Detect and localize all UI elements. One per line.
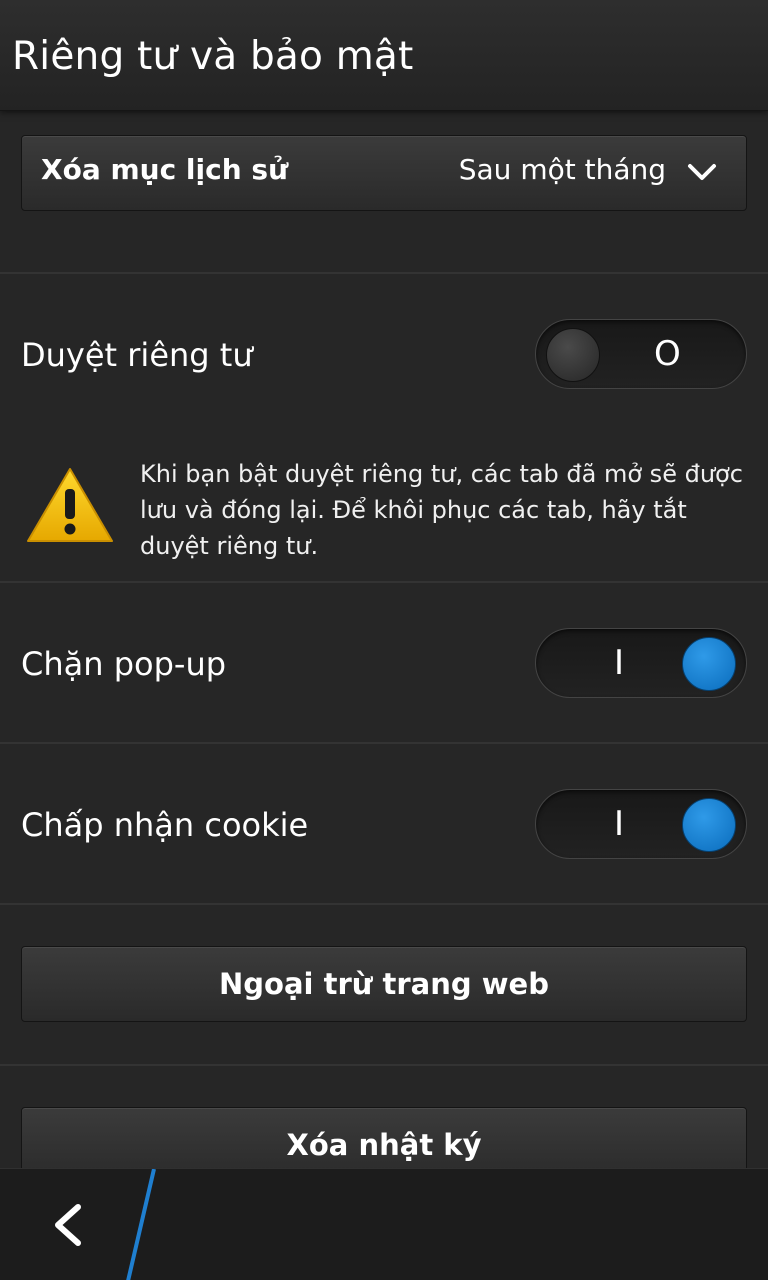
toggle-knob	[546, 328, 600, 382]
page-title: Riêng tư và bảo mật	[12, 34, 414, 79]
chevron-down-icon	[688, 164, 716, 180]
toggle-on-glyph: I	[614, 643, 625, 683]
history-dropdown[interactable]: Xóa mục lịch sử Sau một tháng	[21, 135, 747, 211]
accept-cookies-label: Chấp nhận cookie	[21, 806, 309, 844]
toggle-on-glyph: I	[614, 804, 625, 844]
block-popups-toggle[interactable]: I	[535, 628, 747, 698]
site-exceptions-button[interactable]: Ngoại trừ trang web	[21, 946, 747, 1022]
block-popups-label: Chặn pop-up	[21, 645, 227, 683]
divider	[0, 1064, 768, 1066]
warning-icon	[27, 468, 113, 542]
tab-separator-accent	[126, 1169, 156, 1280]
divider	[0, 903, 768, 905]
toggle-off-glyph: O	[654, 334, 681, 374]
title-bar: Riêng tư và bảo mật	[0, 0, 768, 111]
private-browsing-toggle[interactable]: O	[535, 319, 747, 389]
divider	[0, 742, 768, 744]
chevron-left-icon	[55, 1204, 81, 1246]
accept-cookies-toggle[interactable]: I	[535, 789, 747, 859]
divider	[0, 272, 768, 274]
history-dropdown-label: Xóa mục lịch sử	[41, 153, 288, 186]
private-browsing-warning: Khi bạn bật duyệt riêng tư, các tab đã m…	[140, 460, 743, 560]
history-dropdown-value: Sau một tháng	[458, 153, 666, 186]
private-browsing-label: Duyệt riêng tư	[21, 336, 253, 374]
divider	[0, 581, 768, 583]
bottom-action-bar	[0, 1168, 768, 1280]
toggle-knob	[682, 637, 736, 691]
toggle-knob	[682, 798, 736, 852]
